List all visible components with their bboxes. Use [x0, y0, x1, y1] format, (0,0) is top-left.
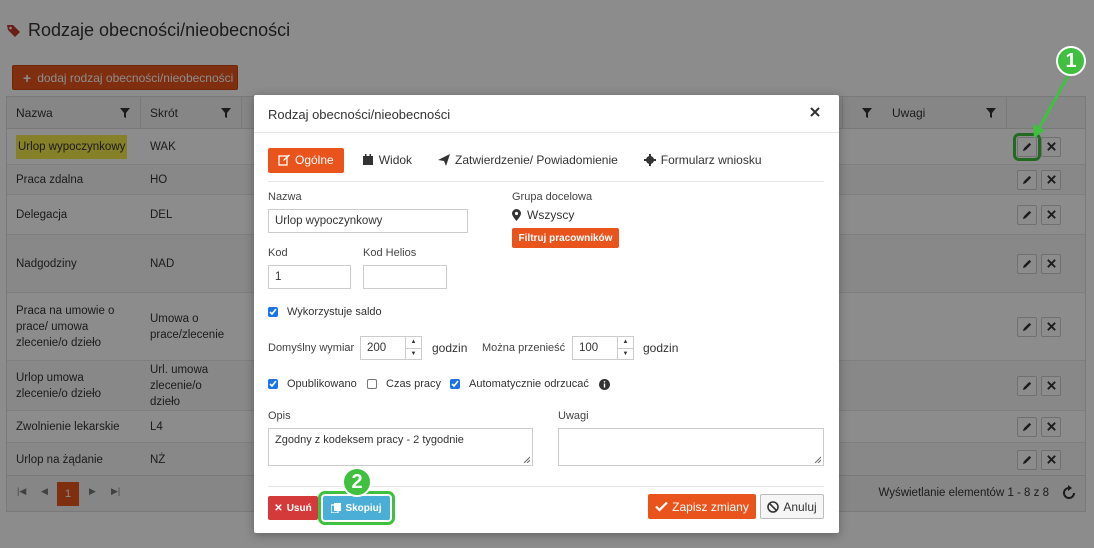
info-icon[interactable]: [598, 378, 610, 390]
check-icon: [655, 501, 668, 512]
auto-reject-label: Automatycznie odrzucać: [469, 378, 589, 390]
annotation-marker-2: 2: [342, 467, 372, 497]
tab-label: Formularz wniosku: [660, 153, 762, 167]
checkbox-checked-icon: [450, 379, 460, 389]
save-button[interactable]: Zapisz zmiany: [648, 494, 756, 519]
transferable-unit: godzin: [643, 341, 679, 355]
work-time-checkbox[interactable]: Czas pracy: [367, 378, 441, 390]
checkbox-checked-icon: [268, 379, 278, 389]
copy-icon: [331, 503, 342, 513]
published-checkbox[interactable]: Opublikowano: [268, 378, 357, 390]
close-icon: ✕: [274, 502, 283, 514]
tabs-divider: [268, 181, 824, 182]
resize-grip-icon[interactable]: [523, 456, 530, 463]
ban-icon: [767, 500, 780, 513]
stepper-arrows[interactable]: ▲ ▼: [617, 337, 633, 359]
dialog-tabs: Ogólne Widok Zatwierdzenie/ Powiadomieni…: [268, 147, 770, 173]
copy-label: Skopiuj: [345, 502, 382, 514]
cancel-label: Anuluj: [783, 499, 817, 514]
description-label: Opis: [268, 410, 291, 422]
target-group-value: Wszyscy: [512, 208, 574, 222]
tab-label: Widok: [378, 153, 413, 167]
name-label: Nazwa: [268, 191, 302, 203]
tab-request-form[interactable]: Formularz wniosku: [636, 148, 770, 173]
default-amount-value: 200: [367, 342, 387, 354]
description-field[interactable]: Zgodny z kodeksem pracy - 2 tygodnie: [268, 428, 533, 466]
code-field[interactable]: 1: [268, 265, 351, 289]
checkbox-unchecked-icon: [367, 379, 377, 389]
helios-code-label: Kod Helios: [363, 247, 417, 259]
target-group-label: Grupa docelowa: [512, 191, 593, 203]
notes-field[interactable]: [558, 428, 824, 466]
uses-balance-checkbox[interactable]: Wykorzystuje saldo: [268, 306, 382, 318]
annotation-marker-1: 1: [1056, 46, 1086, 76]
delete-button[interactable]: ✕ Usuń: [268, 496, 318, 520]
edit-icon: [278, 154, 290, 166]
stepper-arrows[interactable]: ▲ ▼: [405, 337, 421, 359]
default-amount-unit: godzin: [432, 341, 468, 355]
transferable-label: Można przenieść: [482, 342, 566, 354]
tab-label: Zatwierdzenie/ Powiadomienie: [455, 153, 618, 167]
send-icon: [438, 154, 451, 166]
map-marker-icon: [512, 209, 521, 221]
resize-grip-icon[interactable]: [814, 456, 821, 463]
tab-general[interactable]: Ogólne: [268, 147, 344, 173]
cancel-button[interactable]: Anuluj: [760, 494, 824, 519]
chevron-up-icon[interactable]: ▲: [406, 337, 421, 349]
dialog-title: Rodzaj obecności/nieobecności: [268, 107, 451, 122]
chevron-down-icon[interactable]: ▼: [618, 349, 633, 360]
filter-employees-button[interactable]: Filtruj pracowników: [512, 228, 619, 248]
delete-label: Usuń: [286, 502, 312, 514]
published-label: Opublikowano: [287, 378, 357, 390]
work-time-label: Czas pracy: [386, 378, 442, 390]
dialog-header: Rodzaj obecności/nieobecności: [254, 95, 839, 133]
default-amount-stepper[interactable]: 200 ▲ ▼: [360, 336, 422, 360]
calendar-icon: [362, 154, 373, 165]
chevron-up-icon[interactable]: ▲: [618, 337, 633, 349]
transferable-stepper[interactable]: 100 ▲ ▼: [572, 336, 634, 360]
tab-view[interactable]: Widok: [354, 148, 420, 173]
uses-balance-label: Wykorzystuje saldo: [287, 306, 382, 318]
tab-label: Ogólne: [295, 153, 334, 167]
auto-reject-checkbox[interactable]: Automatycznie odrzucać: [450, 378, 610, 390]
target-group-text: Wszyscy: [527, 208, 575, 222]
chevron-down-icon[interactable]: ▼: [406, 349, 421, 360]
tab-approval[interactable]: Zatwierdzenie/ Powiadomienie: [430, 148, 626, 173]
description-text: Zgodny z kodeksem pracy - 2 tygodnie: [275, 434, 464, 446]
close-icon[interactable]: [809, 106, 821, 118]
copy-button[interactable]: Skopiuj: [318, 491, 395, 525]
helios-code-field[interactable]: [363, 265, 447, 289]
default-amount-label: Domyślny wymiar: [268, 342, 355, 354]
checkbox-checked-icon: [268, 307, 278, 317]
transferable-value: 100: [579, 342, 599, 354]
code-label: Kod: [268, 247, 288, 259]
name-field[interactable]: Urlop wypoczynkowy: [268, 209, 468, 233]
gear-icon: [643, 154, 656, 166]
notes-label: Uwagi: [558, 410, 589, 422]
type-edit-dialog: Rodzaj obecności/nieobecności Ogólne Wid…: [254, 95, 839, 533]
save-label: Zapisz zmiany: [672, 499, 749, 514]
